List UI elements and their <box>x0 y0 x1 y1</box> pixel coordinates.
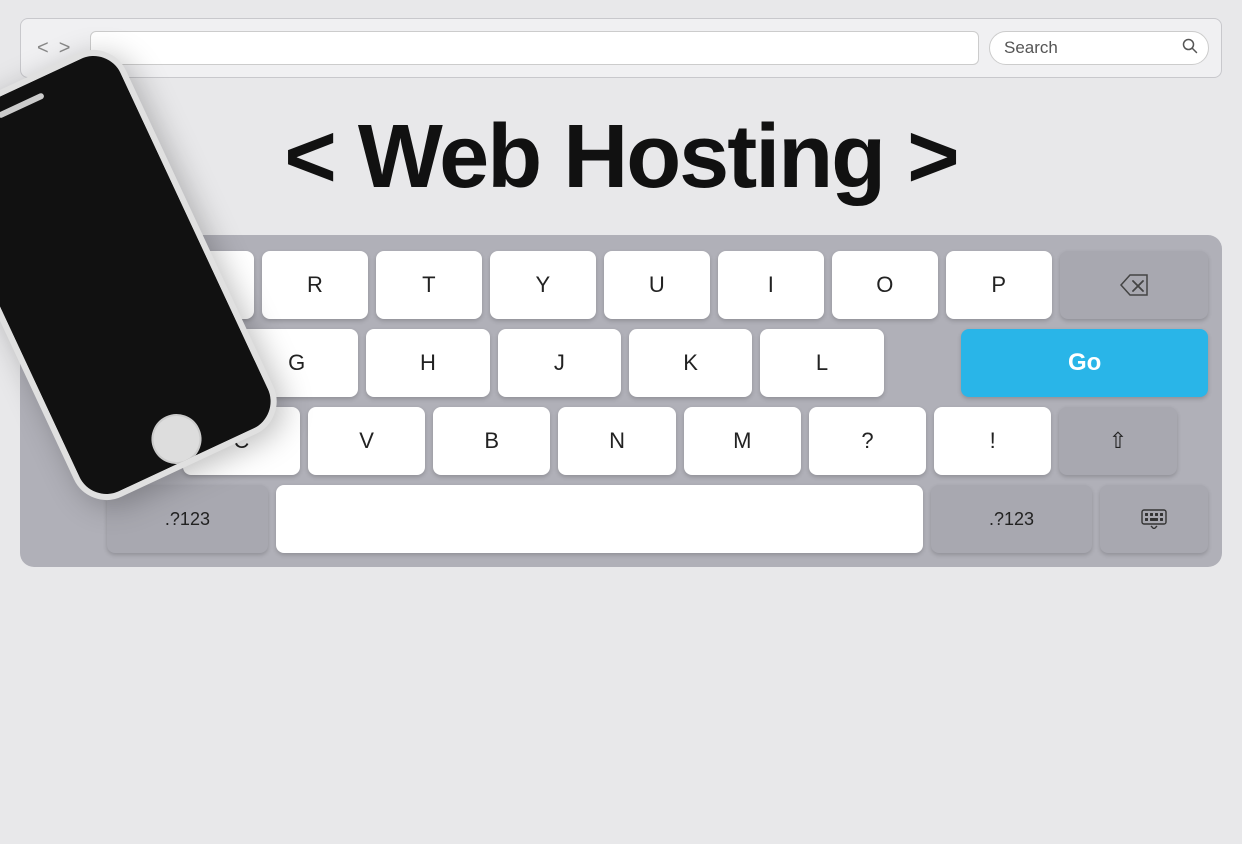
key-spacebar[interactable] <box>276 485 922 553</box>
key-u[interactable]: U <box>604 251 710 319</box>
search-bar[interactable]: Search <box>989 31 1209 65</box>
key-y[interactable]: Y <box>490 251 596 319</box>
key-numeric[interactable]: .?123 <box>107 485 269 553</box>
key-i[interactable]: I <box>718 251 824 319</box>
key-keyboard-icon[interactable] <box>1100 485 1208 553</box>
key-l[interactable]: L <box>760 329 883 397</box>
nav-buttons: < > <box>33 36 74 60</box>
key-m[interactable]: M <box>684 407 801 475</box>
key-k[interactable]: K <box>629 329 752 397</box>
key-backspace[interactable] <box>1060 251 1208 319</box>
url-bar[interactable] <box>90 31 979 65</box>
key-go[interactable]: Go <box>961 329 1208 397</box>
key-question[interactable]: ? <box>809 407 926 475</box>
key-shift[interactable]: ⇧ <box>1059 407 1176 475</box>
back-button[interactable]: < <box>33 36 53 60</box>
keyboard-container: C E R T Y U I O P F G H J K L Go C V B <box>20 235 1222 567</box>
key-numeric-right[interactable]: .?123 <box>931 485 1093 553</box>
key-o[interactable]: O <box>832 251 938 319</box>
key-p[interactable]: P <box>946 251 1052 319</box>
key-t[interactable]: T <box>376 251 482 319</box>
key-n[interactable]: N <box>558 407 675 475</box>
keyboard-row-4: .?123 .?123 <box>34 485 1208 553</box>
page-title: < Web Hosting > <box>284 108 957 207</box>
key-exclaim[interactable]: ! <box>934 407 1051 475</box>
search-icon <box>1182 38 1198 59</box>
key-v[interactable]: V <box>308 407 425 475</box>
key-h[interactable]: H <box>366 329 489 397</box>
search-label: Search <box>1004 38 1058 58</box>
key-b[interactable]: B <box>433 407 550 475</box>
key-r[interactable]: R <box>262 251 368 319</box>
browser-bar: < > Search <box>20 18 1222 78</box>
key-j[interactable]: J <box>498 329 621 397</box>
